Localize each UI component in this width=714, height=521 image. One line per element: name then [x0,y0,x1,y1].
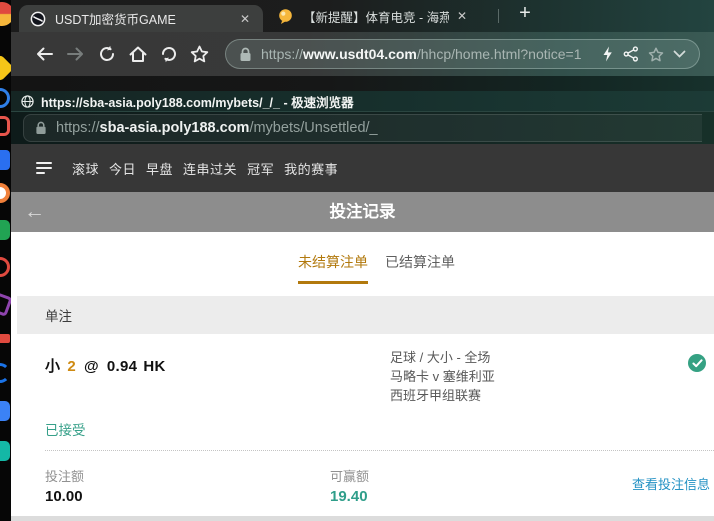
forward-icon[interactable] [60,40,91,68]
globe-icon [21,95,34,108]
to-win-label: 可赢额 [330,466,369,485]
match-info: 足球 / 大小 - 全场 马略卡 v 塞维利亚 西班牙甲组联赛 [390,348,495,405]
tab-close-icon[interactable]: ✕ [238,12,252,26]
app-icon[interactable] [0,54,11,82]
nav-item-parlay[interactable]: 连串过关 [183,159,237,178]
match-teams: 马略卡 v 塞维利亚 [390,367,495,386]
browser-toolbar: https://www.usdt04.com/hhcp/home.html?no… [11,32,714,76]
app-icon[interactable] [0,257,10,277]
nav-item-outright[interactable]: 冠军 [247,159,274,178]
back-arrow-icon[interactable]: ← [24,199,45,225]
page-title: 投注记录 [11,192,714,232]
app-icon[interactable] [0,401,10,421]
home-icon[interactable] [122,40,153,68]
nav-item-today[interactable]: 今日 [109,159,136,178]
chat-bubble-favicon-icon [277,8,294,25]
view-bet-info-link[interactable]: 查看投注信息 [632,474,710,493]
chrome-divider [11,76,714,91]
globe-favicon-icon [30,11,46,27]
chevron-down-icon[interactable] [673,50,686,58]
stake-value: 10.00 [45,488,84,505]
bet-odds-type: HK [143,358,165,375]
bet-card: 小2 @0.94 HK 足球 / 大小 - 全场 马略卡 v 塞维利亚 西班牙甲组联… [11,334,714,516]
app-icon[interactable] [0,291,11,317]
app-icon[interactable] [0,363,10,383]
url-prefix: https:// [56,120,100,136]
os-taskbar [0,0,11,521]
stake-label: 投注额 [45,466,84,485]
app-icon[interactable] [0,2,11,26]
url-text: https://www.usdt04.com/hhcp/home.html?no… [261,46,592,62]
popup-address-bar[interactable]: https://sba-asia.poly188.com/mybets/Unse… [23,114,702,142]
share-icon[interactable] [623,46,639,62]
tab-title: 【新提醒】体育电竞 - 海燕策略论 [303,7,449,26]
back-icon[interactable] [29,40,60,68]
lock-icon [239,47,252,62]
popup-url-text: https://sba-asia.poly188.com/mybets/Unse… [56,120,378,136]
accepted-check-icon [688,354,706,372]
url-path: /hhcp/home.html?notice=1 [417,46,582,62]
app-icon[interactable] [0,150,10,170]
popup-title-bar: https://sba-asia.poly188.com/mybets/_/_ … [11,91,714,111]
tab-strip: USDT加密货币GAME ✕ 【新提醒】体育电竞 - 海燕策略论 ✕ + [11,0,714,32]
tab-settled[interactable]: 已结算注单 [385,252,455,272]
app-icon[interactable] [0,183,10,203]
bet-handicap: 2 [67,358,76,375]
market-label: 足球 / 大小 - 全场 [390,348,495,367]
app-icon[interactable] [0,116,10,136]
tab-title: USDT加密货币GAME [55,9,238,28]
menu-icon[interactable] [36,159,52,177]
tab-sports[interactable]: 【新提醒】体育电竞 - 海燕策略论 ✕ [269,0,497,32]
to-win-column: 可赢额 19.40 [330,466,369,505]
bet-tabs: 未结算注单 已结算注单 [11,232,714,296]
divider [45,450,714,451]
url-prefix: https:// [261,46,303,62]
bet-selection: 小2 @0.94 HK [45,355,166,376]
app-icon[interactable] [0,88,10,108]
tab-close-icon[interactable]: ✕ [455,9,469,23]
bet-odds: 0.94 [107,358,137,375]
tab-usdt-game[interactable]: USDT加密货币GAME ✕ [19,5,263,32]
nav-item-early[interactable]: 早盘 [146,159,173,178]
sports-navbar: 滚球 今日 早盘 连串过关 冠军 我的赛事 [11,144,714,192]
address-bar[interactable]: https://www.usdt04.com/hhcp/home.html?no… [225,39,700,69]
nav-item-my-events[interactable]: 我的赛事 [284,159,338,178]
bet-at-symbol: @ [84,358,99,375]
tab-unsettled[interactable]: 未结算注单 [298,252,368,284]
page-header: ← 投注记录 [11,192,714,232]
history-restore-icon[interactable] [153,40,184,68]
new-tab-button[interactable]: + [512,2,538,25]
app-icon[interactable] [0,334,10,343]
section-single-bet: 单注 [17,296,714,334]
url-domain: sba-asia.poly188.com [100,120,250,136]
url-path: /mybets/Unsettled/_ [249,120,377,136]
popup-address-row: https://sba-asia.poly188.com/mybets/Unse… [11,111,714,144]
league-name: 西班牙甲组联赛 [390,386,495,405]
lightning-icon[interactable] [601,46,614,62]
app-icon[interactable] [0,441,10,461]
nav-item-live[interactable]: 滚球 [72,159,99,178]
lock-icon [35,121,47,135]
to-win-value: 19.40 [330,488,369,505]
browser-window: USDT加密货币GAME ✕ 【新提醒】体育电竞 - 海燕策略论 ✕ + [11,0,714,521]
tab-separator [498,9,499,23]
reload-icon[interactable] [91,40,122,68]
stake-column: 投注额 10.00 [45,466,84,505]
url-domain: www.usdt04.com [303,46,417,62]
app-icon[interactable] [0,220,10,240]
bottom-strip [11,516,714,521]
bookmark-star-icon[interactable] [184,40,215,68]
favorite-star-icon[interactable] [648,47,664,62]
bet-pick: 小 [45,358,60,375]
screen: USDT加密货币GAME ✕ 【新提醒】体育电竞 - 海燕策略论 ✕ + [0,0,714,521]
bet-status: 已接受 [45,419,86,439]
popup-window-title: https://sba-asia.poly188.com/mybets/_/_ … [41,92,354,111]
